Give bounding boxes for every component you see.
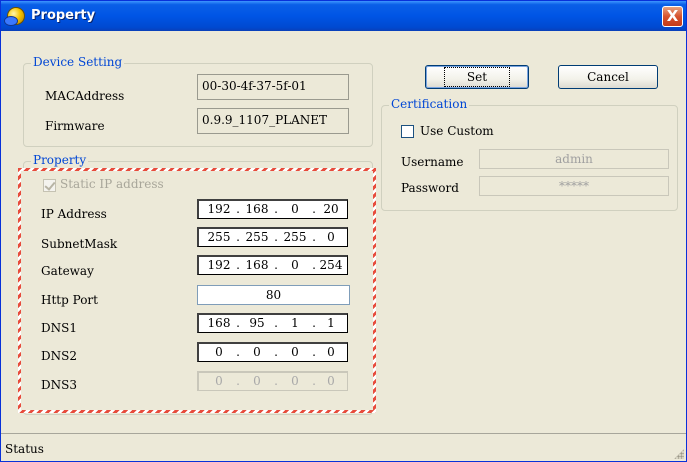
http-port-label: Http Port	[41, 293, 98, 307]
dns1-input[interactable]: 168 . 95 . 1 . 1	[197, 313, 348, 333]
dns3-octet-3: 0	[291, 374, 299, 388]
close-icon: X	[666, 7, 679, 25]
property-legend: Property	[31, 153, 89, 167]
gateway-label: Gateway	[41, 264, 94, 278]
set-button-label: Set	[443, 67, 511, 87]
ip-octet-1: 192	[207, 202, 231, 216]
static-ip-label: Static IP address	[60, 177, 164, 191]
subnet-mask-label: SubnetMask	[41, 237, 118, 251]
dns1-octet-4: 1	[327, 316, 335, 330]
status-text: Status	[5, 442, 44, 456]
use-custom-label: Use Custom	[420, 124, 494, 138]
dns2-octet-1: 0	[215, 345, 223, 359]
dns1-octet-2: 95	[249, 316, 265, 330]
username-input[interactable]: admin	[479, 149, 669, 169]
cancel-button[interactable]: Cancel	[558, 65, 658, 89]
gateway-octet-2: 168	[245, 258, 269, 272]
gateway-octet-3: 0	[291, 258, 299, 272]
ip-address-label: IP Address	[41, 207, 107, 221]
device-setting-legend: Device Setting	[31, 55, 125, 69]
password-input[interactable]: *****	[479, 176, 669, 196]
dns1-octet-1: 168	[207, 316, 231, 330]
firmware-field: 0.9.9_1107_PLANET	[197, 108, 349, 134]
gateway-octet-1: 192	[207, 258, 231, 272]
cancel-button-label: Cancel	[587, 70, 629, 84]
http-port-input[interactable]: 80	[197, 285, 350, 305]
use-custom-checkbox[interactable]	[401, 125, 414, 138]
ip-octet-2: 168	[245, 202, 269, 216]
property-dialog: Property X Device Setting MACAddress 00-…	[0, 0, 687, 462]
certification-legend: Certification	[389, 97, 470, 111]
dns2-label: DNS2	[41, 349, 77, 363]
mac-address-label: MACAddress	[45, 89, 125, 103]
dns3-octet-2: 0	[253, 374, 261, 388]
status-bar: Status	[1, 433, 686, 461]
dns2-octet-2: 0	[253, 345, 261, 359]
dns3-octet-4: 0	[327, 374, 335, 388]
app-icon	[4, 7, 25, 26]
subnet-octet-3: 255	[283, 230, 307, 244]
dns2-input[interactable]: 0 . 0 . 0 . 0	[197, 342, 348, 362]
dns3-octet-1: 0	[215, 374, 223, 388]
gateway-input[interactable]: 192 . 168 . 0 . 254	[197, 255, 348, 275]
subnet-octet-4: 0	[327, 230, 335, 244]
dns2-octet-3: 0	[291, 345, 299, 359]
subnet-mask-input[interactable]: 255 . 255 . 255 . 0	[197, 227, 348, 247]
mac-address-field: 00-30-4f-37-5f-01	[197, 74, 349, 100]
set-button[interactable]: Set	[425, 65, 529, 89]
resize-grip-icon[interactable]	[674, 449, 684, 459]
window-title: Property	[31, 8, 96, 23]
close-button[interactable]: X	[662, 6, 683, 27]
username-label: Username	[401, 155, 464, 169]
title-bar[interactable]: Property X	[1, 1, 686, 31]
ip-address-input[interactable]: 192 . 168 . 0 . 20	[197, 199, 348, 219]
gateway-octet-4: 254	[319, 258, 343, 272]
ip-octet-3: 0	[291, 202, 299, 216]
dns3-input[interactable]: 0 . 0 . 0 . 0	[197, 371, 348, 391]
password-label: Password	[401, 181, 459, 195]
subnet-octet-2: 255	[245, 230, 269, 244]
ip-octet-4: 20	[323, 202, 339, 216]
static-ip-checkbox[interactable]	[43, 179, 56, 192]
dns2-octet-4: 0	[327, 345, 335, 359]
subnet-octet-1: 255	[207, 230, 231, 244]
firmware-label: Firmware	[45, 119, 105, 133]
dns1-label: DNS1	[41, 321, 77, 335]
dns1-octet-3: 1	[291, 316, 299, 330]
dns3-label: DNS3	[41, 378, 77, 392]
